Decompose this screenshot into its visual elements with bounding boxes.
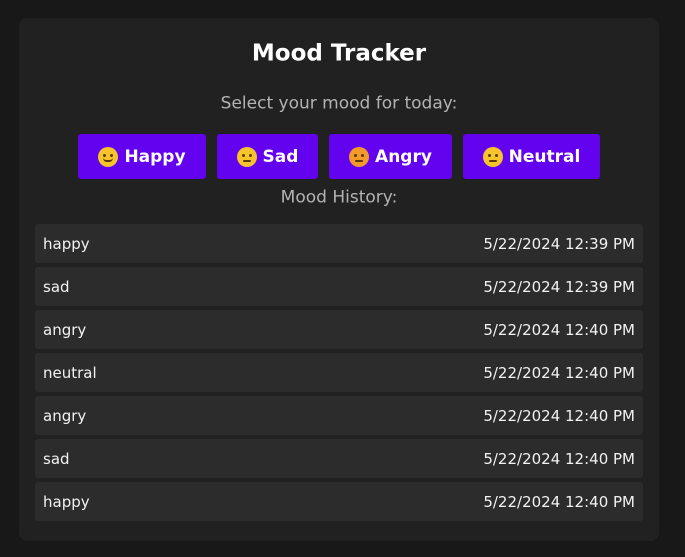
mood-history-list: happy 5/22/2024 12:39 PM sad 5/22/2024 1… [35,224,643,525]
happy-button-label: Happy [124,146,186,167]
angry-button[interactable]: Angry [329,134,452,179]
angry-face-icon [349,146,370,167]
history-mood: angry [43,320,87,339]
history-row: angry 5/22/2024 12:40 PM [35,310,643,349]
sad-button[interactable]: Sad [217,134,318,179]
history-time: 5/22/2024 12:40 PM [483,449,635,468]
pensive-face-icon [482,146,503,167]
history-time: 5/22/2024 12:40 PM [483,363,635,382]
history-mood: sad [43,449,70,468]
history-mood: neutral [43,363,97,382]
history-time: 5/22/2024 12:40 PM [483,406,635,425]
history-time: 5/22/2024 12:39 PM [483,277,635,296]
history-row: happy 5/22/2024 12:39 PM [35,224,643,263]
page-title: Mood Tracker [251,40,427,67]
sad-button-label: Sad [262,146,299,167]
angry-button-label: Angry [375,146,432,167]
history-row: happy 5/22/2024 12:40 PM [35,482,643,521]
history-mood: happy [43,492,90,511]
mood-prompt: Select your mood for today: [220,93,458,114]
happy-button[interactable]: Happy [78,134,206,179]
history-mood: sad [43,277,70,296]
pensive-face-icon [236,146,257,167]
history-mood: angry [43,406,87,425]
mood-history-label: Mood History: [280,187,398,208]
history-time: 5/22/2024 12:40 PM [483,320,635,339]
neutral-button-label: Neutral [508,146,581,167]
smiling-face-icon [98,146,119,167]
history-mood: happy [43,234,90,253]
history-time: 5/22/2024 12:39 PM [483,234,635,253]
history-row: sad 5/22/2024 12:40 PM [35,439,643,478]
mood-button-group: Happy Sad Angry Neutral [19,134,659,179]
neutral-button[interactable]: Neutral [463,134,600,179]
mood-tracker-card: Mood Tracker Select your mood for today:… [19,18,659,541]
history-time: 5/22/2024 12:40 PM [483,492,635,511]
history-row: angry 5/22/2024 12:40 PM [35,396,643,435]
history-row: sad 5/22/2024 12:39 PM [35,267,643,306]
history-row: neutral 5/22/2024 12:40 PM [35,353,643,392]
